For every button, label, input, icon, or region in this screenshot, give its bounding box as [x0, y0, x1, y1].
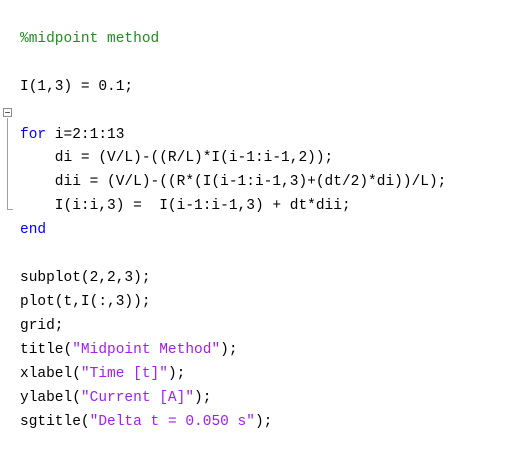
code-line-for[interactable]: for i=2:1:13: [0, 102, 124, 143]
for-range: i=2:1:13: [46, 127, 125, 143]
code-line-title[interactable]: title("Midpoint Method");: [0, 317, 238, 358]
func-sgtitle: sgtitle(: [20, 414, 90, 430]
code-line-init[interactable]: I(1,3) = 0.1;: [0, 54, 133, 95]
code-line-sgtitle[interactable]: sgtitle("Delta t = 0.050 s");: [0, 389, 272, 430]
code-line-dii[interactable]: dii = (V/L)-((R*(I(i-1:i-1,3)+(dt/2)*di)…: [0, 149, 447, 190]
code-text: subplot(2,2,3);: [20, 270, 151, 286]
code-text: di = (V/L)-((R/L)*I(i-1:i-1,2));: [20, 150, 334, 166]
title-call: title("Midpoint Method");: [20, 339, 238, 361]
code-line-plot[interactable]: plot(t,I(:,3));: [0, 269, 151, 310]
for-statement: for i=2:1:13: [20, 124, 124, 146]
code-line-end[interactable]: end: [0, 197, 46, 238]
code-text: I(i:i,3) = I(i-1:i-1,3) + dt*dii;: [20, 198, 351, 214]
code-editor[interactable]: %midpoint method I(1,3) = 0.1; for i=2:1…: [0, 0, 514, 430]
code-line-xlabel[interactable]: xlabel("Time [t]");: [0, 341, 185, 382]
code-line-grid[interactable]: grid;: [0, 293, 64, 334]
code-line-ylabel[interactable]: ylabel("Current [A]");: [0, 365, 211, 406]
call-close: );: [167, 366, 186, 382]
string-literal: "Midpoint Method": [72, 342, 221, 358]
string-literal: "Time [t]": [80, 366, 168, 382]
sgtitle-call: sgtitle("Delta t = 0.050 s");: [20, 411, 272, 433]
code-line-update[interactable]: I(i:i,3) = I(i-1:i-1,3) + dt*dii;: [0, 173, 351, 214]
call-close: );: [254, 414, 273, 430]
string-literal: "Delta t = 0.050 s": [89, 414, 255, 430]
call-close: );: [194, 390, 212, 406]
call-close: );: [220, 342, 238, 358]
code-text: dii = (V/L)-((R*(I(i-1:i-1,3)+(dt/2)*di)…: [20, 174, 447, 190]
comment-text: %midpoint method: [20, 31, 160, 47]
ylabel-call: ylabel("Current [A]");: [20, 387, 211, 409]
code-line-subplot[interactable]: subplot(2,2,3);: [0, 245, 151, 286]
code-text: I(1,3) = 0.1;: [20, 79, 134, 95]
keyword-end: end: [20, 222, 47, 238]
code-line-di[interactable]: di = (V/L)-((R/L)*I(i-1:i-1,2));: [0, 125, 333, 166]
xlabel-call: xlabel("Time [t]");: [20, 363, 185, 385]
string-literal: "Current [A]": [80, 390, 195, 406]
code-text: plot(t,I(:,3));: [20, 294, 151, 310]
code-line-comment[interactable]: %midpoint method: [0, 6, 159, 47]
